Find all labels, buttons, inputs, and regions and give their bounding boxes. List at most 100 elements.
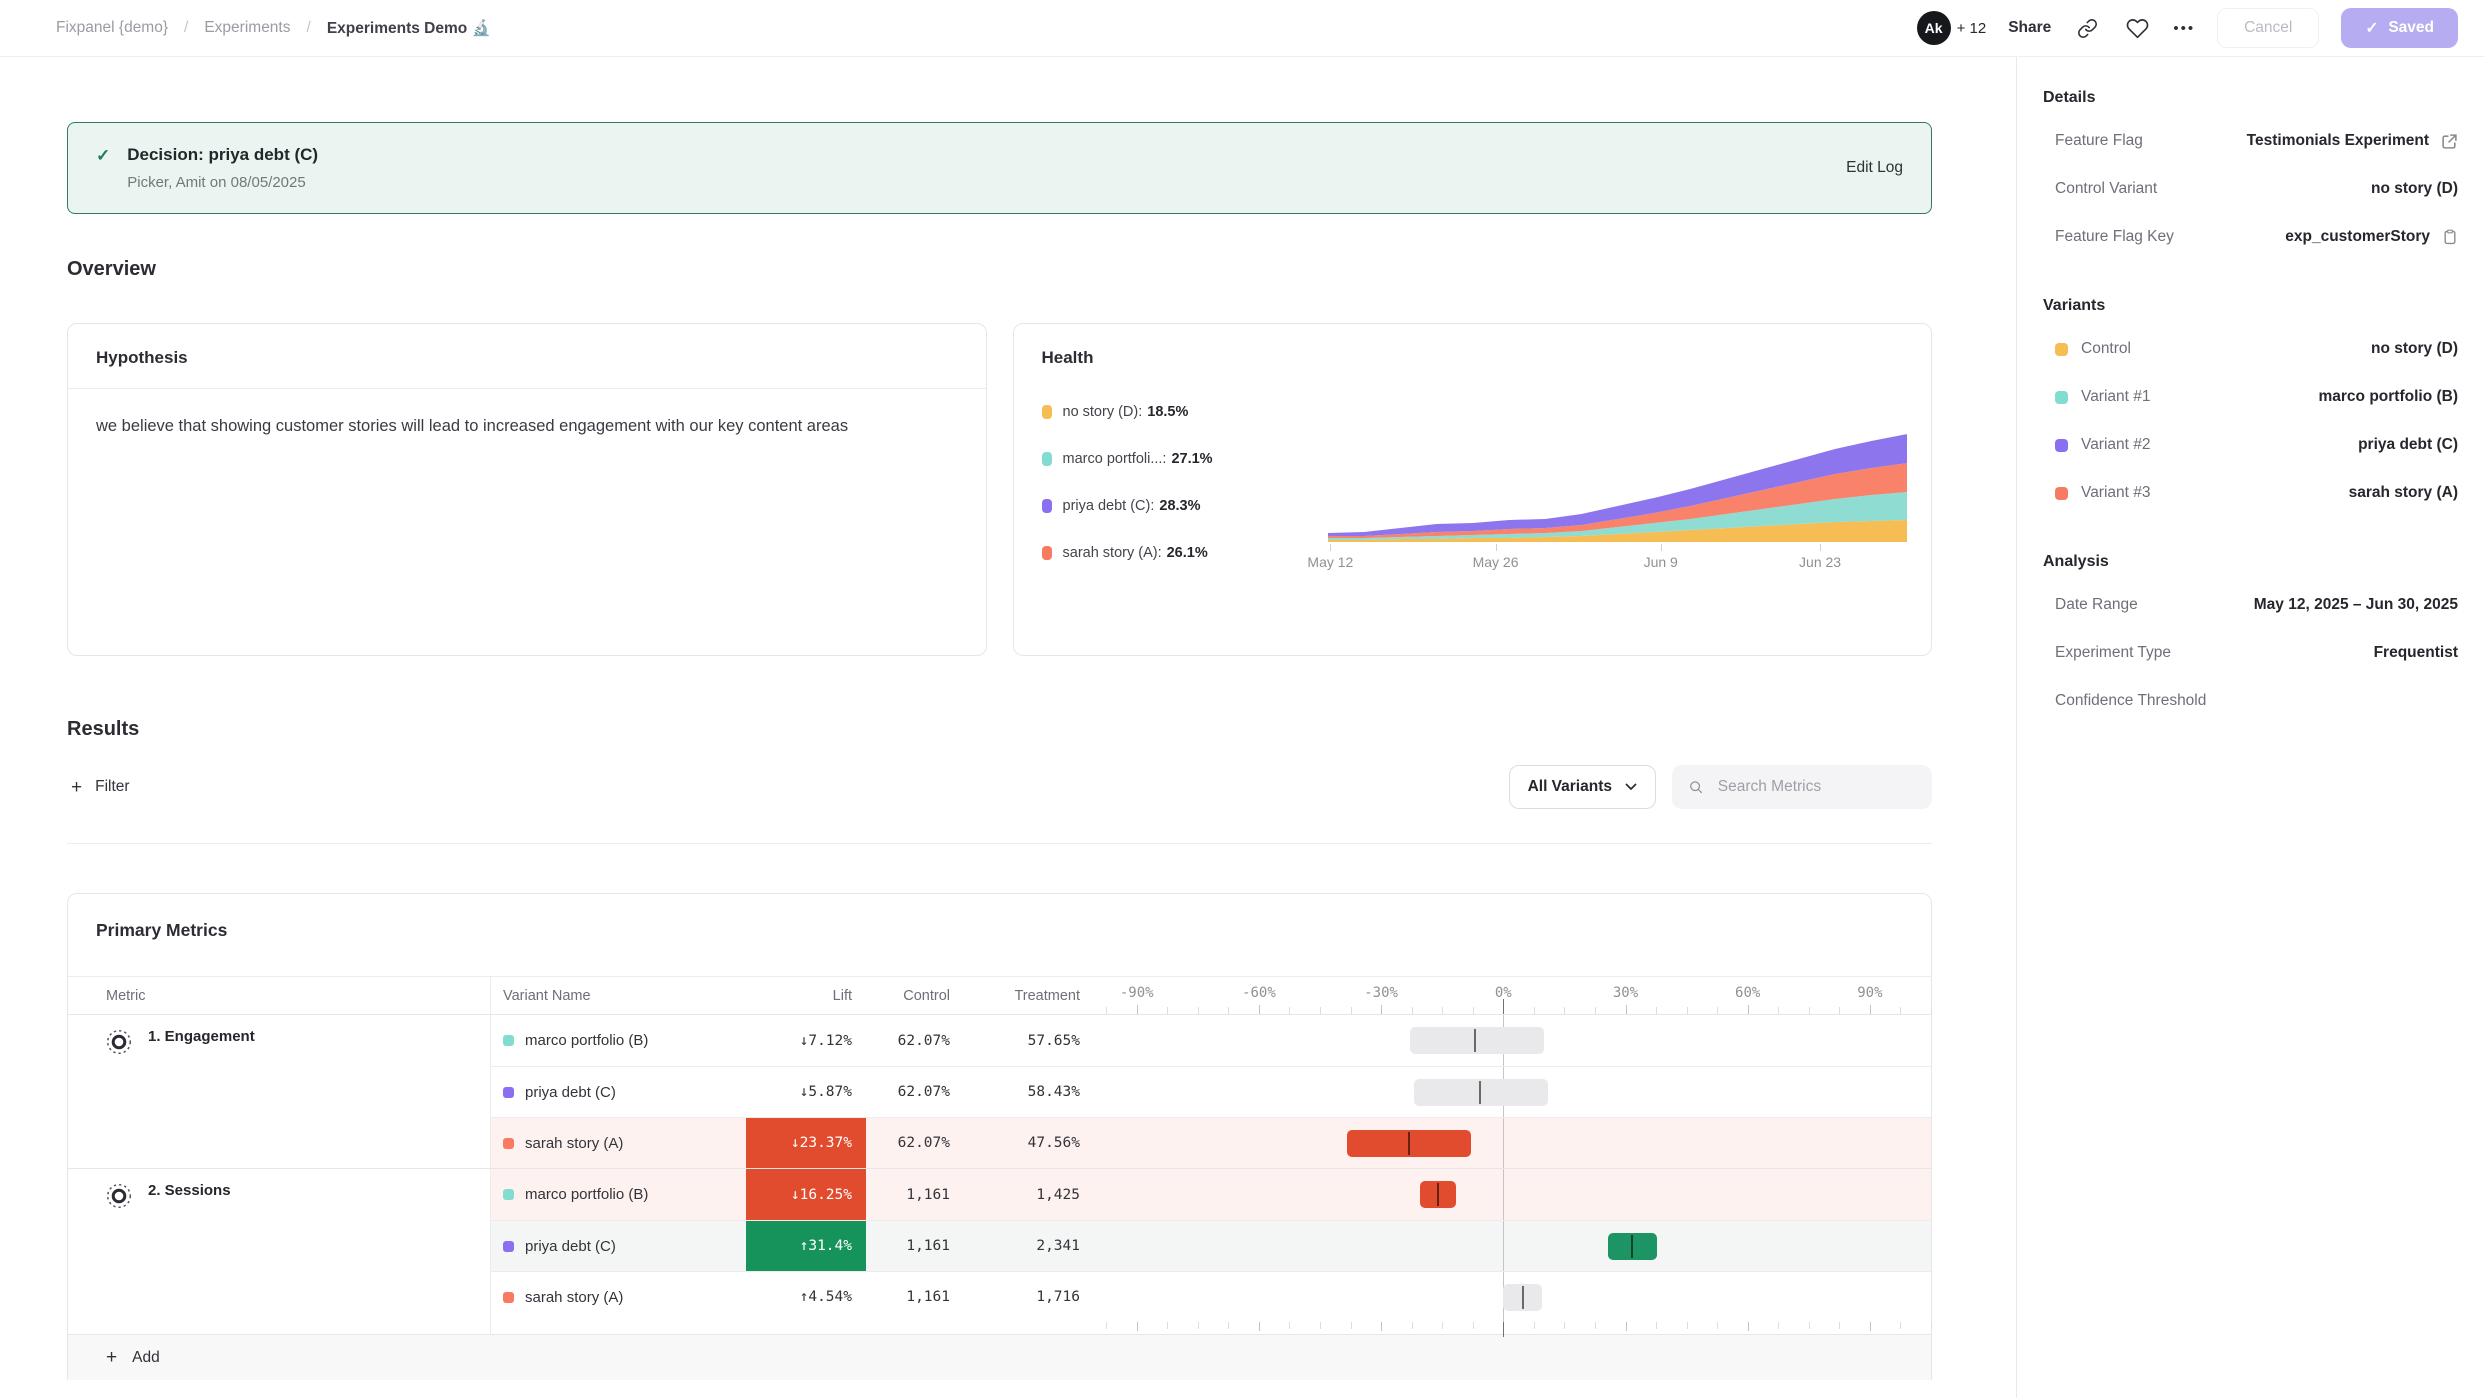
analysis-section: Analysis Date RangeMay 12, 2025 – Jun 30… bbox=[2043, 547, 2458, 725]
column-header-variant: Variant Name bbox=[491, 977, 746, 1014]
breadcrumb: Fixpanel {demo} / Experiments / Experime… bbox=[56, 19, 491, 38]
favorite-heart-icon[interactable] bbox=[2123, 14, 2151, 42]
search-metrics-box[interactable] bbox=[1672, 765, 1932, 809]
variant-color-swatch bbox=[1042, 546, 1052, 560]
more-options-button[interactable]: ••• bbox=[2173, 20, 2195, 37]
table-row[interactable]: priya debt (C)↓5.87%62.07%58.43% bbox=[491, 1066, 1931, 1117]
health-title: Health bbox=[1014, 324, 1932, 388]
plus-icon: + bbox=[106, 1348, 117, 1367]
ci-axis-tick bbox=[1259, 1005, 1260, 1014]
table-row[interactable]: sarah story (A)↓23.37%62.07%47.56% bbox=[491, 1117, 1931, 1168]
metric-cell: 2. Sessions bbox=[68, 1169, 491, 1322]
ci-axis-bottom bbox=[1096, 1322, 1931, 1334]
primary-metrics-card: Primary Metrics Metric Variant Name Lift… bbox=[67, 893, 1932, 1380]
ci-axis-tick bbox=[1442, 1322, 1443, 1329]
control-value: 62.07% bbox=[866, 1067, 966, 1117]
add-metric-button[interactable]: + Add bbox=[68, 1334, 1931, 1380]
edit-log-button[interactable]: Edit Log bbox=[1846, 159, 1903, 177]
variant-slot-label: Variant #3 bbox=[2081, 484, 2151, 502]
ci-axis-tick bbox=[1167, 1322, 1168, 1329]
variant-value: sarah story (A) bbox=[2349, 484, 2458, 502]
details-rows: Feature FlagTestimonials ExperimentContr… bbox=[2043, 117, 2458, 261]
legend-label: marco portfoli...: bbox=[1063, 451, 1167, 467]
copy-link-icon[interactable] bbox=[2073, 14, 2101, 42]
variant-value: no story (D) bbox=[2371, 340, 2458, 358]
variant-color-swatch bbox=[503, 1189, 514, 1200]
breadcrumb-experiments[interactable]: Experiments bbox=[204, 19, 290, 37]
table-row[interactable]: priya debt (C)↑31.4%1,1612,341 bbox=[491, 1220, 1931, 1271]
ci-bar bbox=[1420, 1181, 1457, 1208]
ci-chart-cell bbox=[1096, 1221, 1931, 1271]
control-value: 62.07% bbox=[866, 1118, 966, 1168]
variant-color-swatch bbox=[503, 1035, 514, 1046]
ci-bar bbox=[1347, 1130, 1471, 1157]
main-content: ✓ Decision: priya debt (C) Picker, Amit … bbox=[0, 57, 2016, 1398]
ci-axis-tick bbox=[1198, 1322, 1199, 1329]
variant-left: Variant #3 bbox=[2055, 484, 2151, 502]
variant-row: Controlno story (D) bbox=[2043, 325, 2458, 373]
legend-label: no story (D): bbox=[1063, 404, 1143, 420]
breadcrumb-project[interactable]: Fixpanel {demo} bbox=[56, 19, 168, 37]
health-card: Health no story (D):18.5% marco portfoli.… bbox=[1013, 323, 1933, 656]
add-filter-button[interactable]: + Filter bbox=[67, 770, 134, 805]
chevron-down-icon bbox=[1625, 783, 1637, 791]
legend-value: 18.5% bbox=[1147, 404, 1188, 420]
variant-value-text: marco portfolio (B) bbox=[2319, 388, 2459, 406]
ci-axis-tick bbox=[1289, 1322, 1290, 1329]
plus-icon: + bbox=[71, 778, 82, 797]
breadcrumb-separator: / bbox=[307, 19, 311, 37]
ci-axis-tick bbox=[1534, 1007, 1535, 1014]
variant-color-swatch bbox=[2055, 439, 2068, 452]
results-divider bbox=[67, 843, 1932, 844]
copy-icon[interactable] bbox=[2442, 229, 2458, 245]
collaborators[interactable]: Ak + 12 bbox=[1917, 11, 1987, 45]
share-button[interactable]: Share bbox=[2008, 19, 2051, 37]
metric-label: 2. Sessions bbox=[148, 1182, 231, 1199]
variant-name: priya debt (C) bbox=[525, 1238, 616, 1255]
lift-value: ↓7.12% bbox=[746, 1015, 866, 1066]
variant-value-text: sarah story (A) bbox=[2349, 484, 2458, 502]
table-bottom-axis-row bbox=[68, 1322, 1931, 1334]
variant-row: Variant #3 sarah story (A) bbox=[2043, 469, 2458, 517]
table-row[interactable]: sarah story (A)↑4.54%1,1611,716 bbox=[491, 1271, 1931, 1322]
saved-button[interactable]: ✓ Saved bbox=[2341, 8, 2458, 48]
variant-slot-label: Variant #1 bbox=[2081, 388, 2151, 406]
variant-cell: priya debt (C) bbox=[491, 1067, 746, 1117]
ci-axis-tick bbox=[1870, 1005, 1871, 1014]
search-metrics-input[interactable] bbox=[1716, 777, 1916, 797]
ci-axis-tick bbox=[1564, 1007, 1565, 1014]
hypothesis-title: Hypothesis bbox=[68, 324, 986, 389]
cancel-button[interactable]: Cancel bbox=[2217, 8, 2319, 48]
ci-mid-tick bbox=[1408, 1132, 1410, 1155]
ci-axis-tick bbox=[1656, 1007, 1657, 1014]
all-variants-dropdown[interactable]: All Variants bbox=[1509, 765, 1656, 809]
variant-name: marco portfolio (B) bbox=[525, 1032, 648, 1049]
ci-axis-tick bbox=[1626, 1005, 1627, 1014]
column-header-control: Control bbox=[866, 977, 966, 1014]
ci-axis-tick bbox=[1839, 1007, 1840, 1014]
table-row[interactable]: marco portfolio (B)↓16.25%1,1611,425 bbox=[491, 1169, 1931, 1220]
external-link-icon[interactable] bbox=[2441, 133, 2458, 150]
ci-axis-tick bbox=[1106, 1007, 1107, 1014]
ci-zero-line bbox=[1503, 1169, 1504, 1220]
primary-metrics-title: Primary Metrics bbox=[68, 894, 1931, 976]
column-header-lift: Lift bbox=[746, 977, 866, 1014]
ci-axis-tick bbox=[1503, 999, 1504, 1014]
analysis-value-text: May 12, 2025 – Jun 30, 2025 bbox=[2254, 596, 2458, 614]
variant-cell: priya debt (C) bbox=[491, 1221, 746, 1271]
ci-axis-tick bbox=[1595, 1322, 1596, 1329]
health-legend: no story (D):18.5%marco portfoli...:27.1… bbox=[1042, 388, 1328, 574]
treatment-value: 1,716 bbox=[966, 1272, 1096, 1322]
avatar[interactable]: Ak bbox=[1917, 11, 1951, 45]
table-row[interactable]: marco portfolio (B)↓7.12%62.07%57.65% bbox=[491, 1015, 1931, 1066]
ci-axis-tick bbox=[1503, 1322, 1504, 1337]
ci-axis-tick bbox=[1320, 1007, 1321, 1014]
lift-value: ↓16.25% bbox=[746, 1169, 866, 1220]
detail-value: no story (D) bbox=[2371, 180, 2458, 198]
ci-axis-tick bbox=[1656, 1322, 1657, 1329]
detail-value-text: Testimonials Experiment bbox=[2247, 132, 2429, 150]
x-axis-label: Jun 9 bbox=[1644, 554, 1678, 570]
ci-axis-tick bbox=[1198, 1007, 1199, 1014]
ci-axis-tick bbox=[1839, 1322, 1840, 1329]
ci-axis-label: 30% bbox=[1613, 985, 1638, 1001]
